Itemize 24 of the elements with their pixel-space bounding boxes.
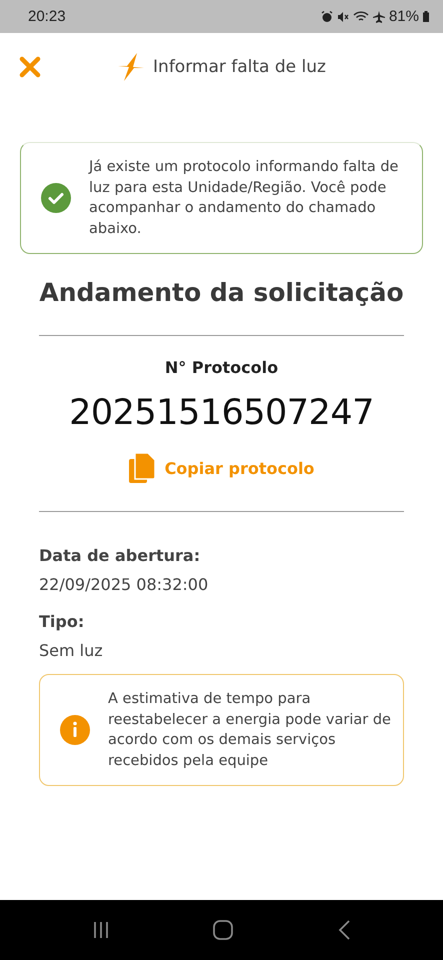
battery-icon [423, 11, 429, 22]
page-title: Informar falta de luz [153, 56, 326, 76]
field-value: 22/09/2025 08:32:00 [39, 575, 210, 594]
recent-apps-icon[interactable] [92, 921, 110, 939]
field-label: Tipo: [39, 612, 86, 631]
field-label: Data de abertura: [39, 546, 202, 565]
protocol-label: N° Protocolo [164, 358, 280, 377]
field-value: Sem luz [39, 641, 104, 660]
copy-icon [128, 453, 155, 483]
protocol-number: 20251516507247 [68, 393, 375, 433]
back-icon[interactable] [337, 920, 352, 940]
status-time: 20:23 [28, 8, 66, 25]
wifi-icon [352, 10, 369, 22]
section-heading: Andamento da solicitação [38, 278, 405, 307]
home-icon[interactable] [213, 920, 234, 940]
copy-protocol-button[interactable]: Copiar protocolo [128, 453, 314, 483]
notice-text: Já existe um protocolo informando falta de luz para esta Unidade/Região. Você pode acompanhar o andamento do chamado abaixo. [89, 158, 400, 238]
alarm-icon [320, 10, 333, 22]
airplane-icon [372, 10, 385, 22]
battery-percent: 81% [388, 8, 419, 25]
info-icon [60, 715, 90, 745]
mute-icon [336, 10, 349, 22]
check-icon [41, 183, 71, 213]
info-text: A estimativa de tempo para reestabelecer a energia pode variar de acordo com os demais serviços recebidos pela equipe [108, 690, 392, 770]
